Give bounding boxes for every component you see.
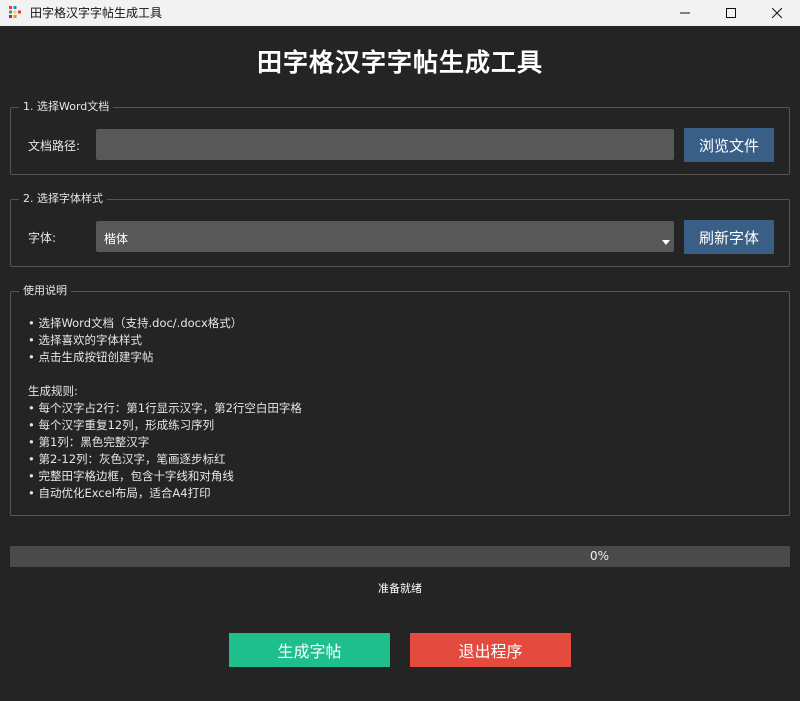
close-icon [772, 8, 782, 18]
instruction-line: • 第2-12列：灰色汉字，笔画逐步标红 [28, 452, 226, 466]
browse-file-button[interactable]: 浏览文件 [684, 128, 774, 162]
instruction-line [28, 366, 302, 383]
window-titlebar: 田字格汉字字帖生成工具 [0, 0, 800, 26]
selected-font-value: 楷体 [104, 232, 129, 246]
instructions-text: • 选择Word文档（支持.doc/.docx格式） • 选择喜欢的字体样式 •… [28, 315, 302, 502]
select-font-legend: 2. 选择字体样式 [19, 192, 107, 206]
select-document-legend: 1. 选择Word文档 [19, 100, 114, 114]
maximize-icon [726, 8, 736, 18]
refresh-fonts-button[interactable]: 刷新字体 [684, 220, 774, 254]
progress-bar: 0% [10, 546, 790, 567]
minimize-icon [680, 12, 690, 14]
path-label: 文档路径: [28, 139, 81, 153]
instruction-line: • 选择喜欢的字体样式 [28, 333, 142, 347]
select-font-group: 2. 选择字体样式 字体: 楷体 刷新字体 [10, 192, 790, 267]
progress-percent: 0% [590, 549, 610, 563]
page-title: 田字格汉字字帖生成工具 [256, 48, 543, 77]
maximize-button[interactable] [708, 0, 754, 26]
instructions-legend: 使用说明 [19, 284, 71, 298]
instruction-line: • 第1列：黑色完整汉字 [28, 435, 150, 449]
exit-button[interactable]: 退出程序 [410, 633, 571, 667]
instruction-line: 生成规则: [28, 384, 78, 398]
close-button[interactable] [754, 0, 800, 26]
font-dropdown[interactable]: 楷体 [96, 221, 674, 252]
font-label: 字体: [28, 231, 57, 245]
instructions-group: 使用说明 • 选择Word文档（支持.doc/.docx格式） • 选择喜欢的字… [10, 284, 790, 516]
instruction-line: • 每个汉字重复12列，形成练习序列 [28, 418, 215, 432]
window-title: 田字格汉字字帖生成工具 [30, 6, 163, 20]
status-text: 准备就绪 [378, 582, 422, 595]
instruction-line: • 点击生成按钮创建字帖 [28, 350, 154, 364]
app-icon [9, 6, 21, 18]
instruction-line: • 每个汉字占2行：第1行显示汉字，第2行空白田字格 [28, 401, 302, 415]
instruction-line: • 自动优化Excel布局，适合A4打印 [28, 486, 211, 500]
document-path-input[interactable] [96, 129, 674, 160]
minimize-button[interactable] [662, 0, 708, 26]
instruction-line: • 完整田字格边框，包含十字线和对角线 [28, 469, 234, 483]
generate-button[interactable]: 生成字帖 [229, 633, 390, 667]
instruction-line: • 选择Word文档（支持.doc/.docx格式） [28, 316, 243, 330]
select-document-group: 1. 选择Word文档 文档路径: 浏览文件 [10, 100, 790, 175]
dropdown-arrow-icon [662, 240, 670, 245]
